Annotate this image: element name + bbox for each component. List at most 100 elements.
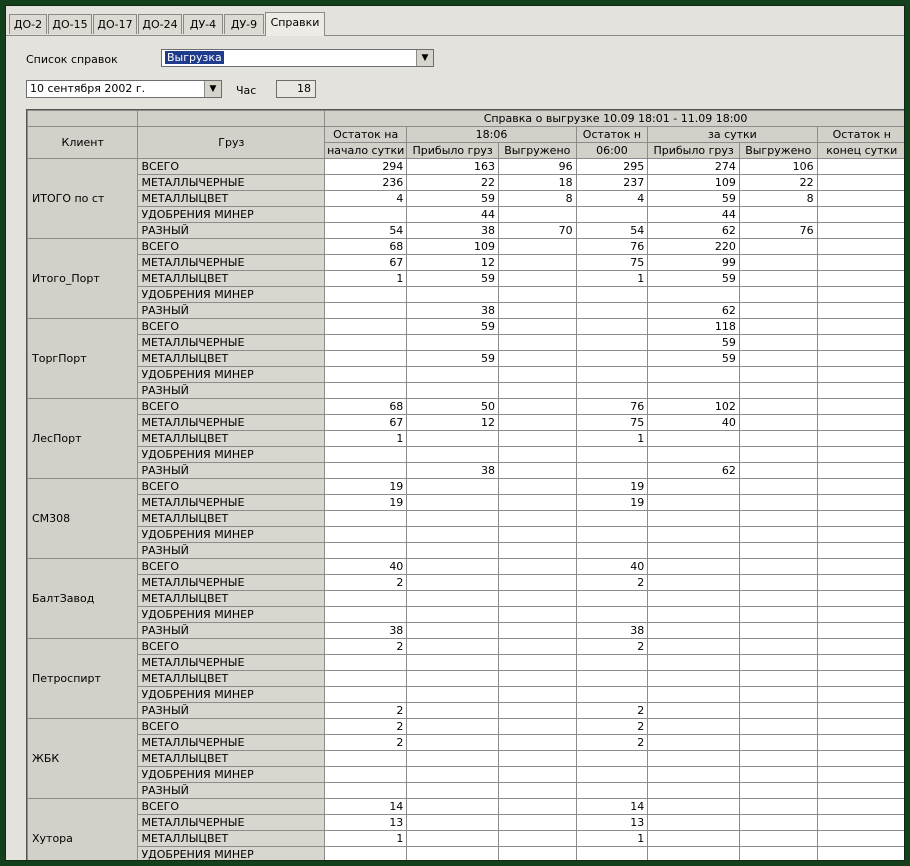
header-blank — [137, 110, 326, 127]
table-row[interactable]: БалтЗавод ВСЕГО 40 40 — [27, 558, 904, 639]
tab-do-2[interactable]: ДО-2 — [9, 14, 47, 34]
table-cell — [816, 494, 904, 511]
table-row[interactable]: РАЗНЫЙ 38 62 — [28, 302, 904, 319]
table-cell — [497, 286, 577, 303]
table-row[interactable]: УДОБРЕНИЯ МИНЕР — [28, 286, 904, 303]
table-cell — [497, 782, 577, 799]
table-cell — [406, 750, 499, 767]
tab-do-17[interactable]: ДО-17 — [93, 14, 137, 34]
report-grid[interactable]: Справка о выгрузке 10.09 18:01 - 11.09 1… — [26, 109, 904, 860]
table-row[interactable]: МЕТАЛЛЫЦВЕТ 1 1 — [28, 830, 904, 847]
table-row[interactable]: РАЗНЫЙ 38 62 — [28, 462, 904, 479]
table-cell — [575, 366, 649, 383]
table-row[interactable]: МЕТАЛЛЫЦВЕТ — [28, 590, 904, 607]
cargo-type: МЕТАЛЛЫЧЕРНЫЕ — [137, 814, 326, 831]
chevron-down-icon[interactable]: ▼ — [204, 81, 221, 97]
table-row[interactable]: РАЗНЫЙ — [28, 382, 904, 399]
cargo-type: МЕТАЛЛЫЧЕРНЫЕ — [137, 414, 326, 431]
tab-do-24[interactable]: ДО-24 — [138, 14, 182, 34]
table-cell — [647, 606, 740, 623]
date-select[interactable]: 10 сентября 2002 г. ▼ — [26, 80, 222, 98]
cargo-type: ВСЕГО — [137, 478, 326, 495]
table-row[interactable]: ИТОГО по ст ВСЕГО 294 163 96 295 274 106 — [27, 158, 904, 239]
table-row[interactable]: МЕТАЛЛЫЧЕРНЫЕ 236 22 18 237 109 22 — [28, 174, 904, 191]
table-row[interactable]: МЕТАЛЛЫЧЕРНЫЕ 67 12 75 40 — [28, 414, 904, 431]
table-row[interactable]: МЕТАЛЛЫЧЕРНЫЕ 2 2 — [28, 574, 904, 591]
table-cell — [738, 574, 818, 591]
table-row[interactable]: ЛесПорт ВСЕГО 68 50 76 102 — [27, 398, 904, 479]
table-cell: 75 — [575, 414, 649, 431]
table-row[interactable]: МЕТАЛЛЫЧЕРНЫЕ 19 19 — [28, 494, 904, 511]
table-cell — [816, 222, 904, 239]
table-row[interactable]: СМ308 ВСЕГО 19 19 — [27, 478, 904, 559]
table-cell — [497, 414, 577, 431]
table-row[interactable]: УДОБРЕНИЯ МИНЕР — [28, 366, 904, 383]
table-row[interactable]: УДОБРЕНИЯ МИНЕР — [28, 606, 904, 623]
table-cell — [497, 670, 577, 687]
table-row[interactable]: РАЗНЫЙ 54 38 70 54 62 76 — [28, 222, 904, 239]
table-row[interactable]: УДОБРЕНИЯ МИНЕР — [28, 526, 904, 543]
table-row[interactable]: МЕТАЛЛЫЧЕРНЫЕ 2 2 — [28, 734, 904, 751]
table-cell — [497, 494, 577, 511]
table-cell — [738, 318, 818, 335]
table-cell: 8 — [497, 190, 577, 207]
table-row[interactable]: УДОБРЕНИЯ МИНЕР 44 44 — [28, 206, 904, 223]
table-cell: 50 — [406, 398, 499, 415]
table-row[interactable]: МЕТАЛЛЫЦВЕТ 4 59 8 4 59 8 — [28, 190, 904, 207]
table-cell — [575, 510, 649, 527]
table-row[interactable]: РАЗНЫЙ — [28, 542, 904, 559]
table-row[interactable]: МЕТАЛЛЫЧЕРНЫЕ 13 13 — [28, 814, 904, 831]
tab-do-15[interactable]: ДО-15 — [48, 14, 92, 34]
table-row[interactable]: УДОБРЕНИЯ МИНЕР — [28, 766, 904, 783]
cargo-type: РАЗНЫЙ — [137, 542, 326, 559]
table-cell — [738, 206, 818, 223]
table-cell — [738, 254, 818, 271]
table-row[interactable]: ТоргПорт ВСЕГО 59 118 — [27, 318, 904, 399]
table-row[interactable]: РАЗНЫЙ 38 38 — [28, 622, 904, 639]
table-row[interactable]: Итого_Порт ВСЕГО 68 109 76 220 — [27, 238, 904, 319]
table-row[interactable]: РАЗНЫЙ 2 2 — [28, 702, 904, 719]
table-cell — [497, 574, 577, 591]
table-row[interactable]: УДОБРЕНИЯ МИНЕР — [28, 846, 904, 860]
table-row[interactable]: МЕТАЛЛЫЦВЕТ — [28, 510, 904, 527]
table-cell — [738, 270, 818, 287]
table-cell: 274 — [647, 158, 740, 175]
tab-du-4[interactable]: ДУ-4 — [183, 14, 223, 34]
table-cell — [406, 638, 499, 655]
table-row[interactable]: МЕТАЛЛЫЦВЕТ 1 59 1 59 — [28, 270, 904, 287]
table-cell — [575, 382, 649, 399]
hour-field[interactable]: 18 — [276, 80, 316, 98]
report-list-select[interactable]: Выгрузка ▼ — [161, 49, 434, 67]
tab-spravki[interactable]: Справки — [265, 12, 325, 36]
table-row[interactable]: МЕТАЛЛЫЧЕРНЫЕ 59 — [28, 334, 904, 351]
table-row[interactable]: РАЗНЫЙ — [28, 782, 904, 799]
table-row[interactable]: Петроспирт ВСЕГО 2 2 — [27, 638, 904, 719]
table-cell — [816, 238, 904, 255]
cargo-type: МЕТАЛЛЫЧЕРНЫЕ — [137, 734, 326, 751]
tab-du-9[interactable]: ДУ-9 — [224, 14, 264, 34]
table-cell — [497, 302, 577, 319]
table-row[interactable]: МЕТАЛЛЫЦВЕТ 1 1 — [28, 430, 904, 447]
table-cell: 59 — [647, 270, 740, 287]
chevron-down-icon[interactable]: ▼ — [416, 50, 433, 66]
table-cell — [816, 526, 904, 543]
table-cell — [738, 702, 818, 719]
table-row[interactable]: Хутора ВСЕГО 14 14 — [27, 798, 904, 860]
table-row[interactable]: УДОБРЕНИЯ МИНЕР — [28, 686, 904, 703]
table-row[interactable]: УДОБРЕНИЯ МИНЕР — [28, 446, 904, 463]
table-cell — [497, 830, 577, 847]
table-row[interactable]: ЖБК ВСЕГО 2 2 — [27, 718, 904, 799]
table-cell — [647, 542, 740, 559]
table-cell — [324, 654, 408, 671]
column-header: Остаток н — [816, 126, 904, 143]
table-cell — [497, 382, 577, 399]
table-row[interactable]: МЕТАЛЛЫЧЕРНЫЕ — [28, 654, 904, 671]
table-row[interactable]: МЕТАЛЛЫЦВЕТ — [28, 670, 904, 687]
table-cell — [738, 478, 818, 495]
table-cell: 19 — [324, 478, 408, 495]
table-row[interactable]: МЕТАЛЛЫЦВЕТ 59 59 — [28, 350, 904, 367]
table-cell: 59 — [406, 270, 499, 287]
table-row[interactable]: МЕТАЛЛЫЧЕРНЫЕ 67 12 75 99 — [28, 254, 904, 271]
table-cell — [497, 734, 577, 751]
table-row[interactable]: МЕТАЛЛЫЦВЕТ — [28, 750, 904, 767]
